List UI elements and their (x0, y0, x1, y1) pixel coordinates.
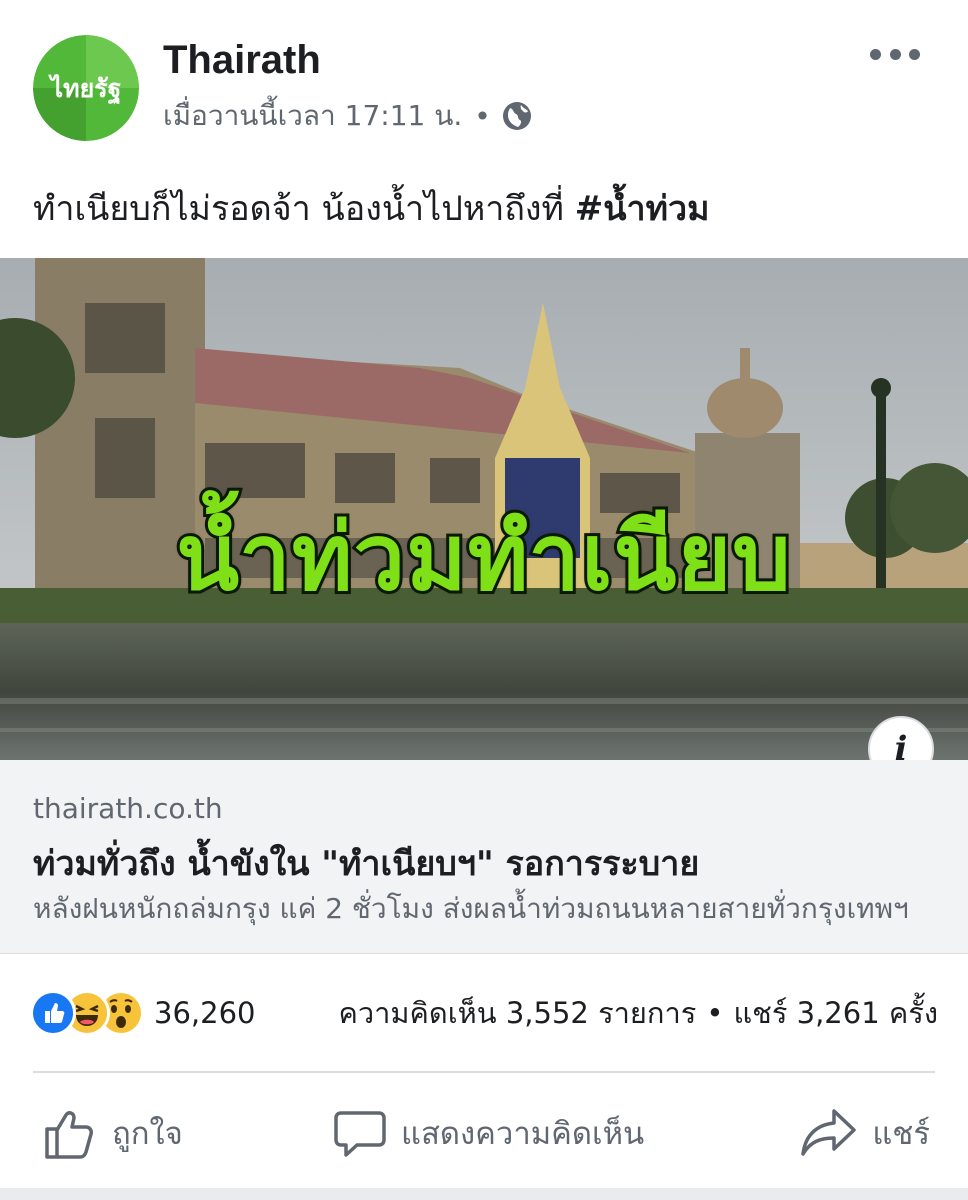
thumbs-up-icon (45, 1111, 93, 1159)
preview-overlay-headline: น้ำท่วมทำเนียบ (173, 501, 793, 614)
post-timestamp[interactable]: เมื่อวานนี้เวลา 17:11 น. (163, 94, 462, 138)
page-avatar[interactable]: ไทยรัฐ (33, 35, 139, 141)
share-button[interactable]: แชร์ (800, 1100, 930, 1166)
share-count[interactable]: แชร์ 3,261 ครั้ง (733, 990, 938, 1036)
reactions-summary: 36,260 ความคิดเห็น 3,552 รายการ • แชร์ 3… (30, 988, 938, 1038)
engagement-stats: ความคิดเห็น 3,552 รายการ • แชร์ 3,261 คร… (338, 990, 938, 1036)
comment-icon (334, 1111, 386, 1157)
link-description: หลังฝนหนักถล่มกรุง แค่ 2 ชั่วโมง ส่งผลน้… (33, 892, 909, 925)
hashtag-link[interactable]: #น้ำท่วม (575, 189, 710, 229)
stats-separator: • (706, 996, 724, 1030)
comment-label: แสดงความคิดเห็น (401, 1116, 645, 1152)
reaction-count[interactable]: 36,260 (154, 996, 255, 1030)
page-name-link[interactable]: Thairath (163, 36, 321, 84)
share-arrow-icon (801, 1109, 857, 1156)
globe-icon (501, 100, 533, 132)
post-meta: เมื่อวานนี้เวลา 17:11 น. • (163, 96, 533, 136)
share-label: แชร์ (872, 1116, 930, 1152)
link-preview-info[interactable]: thairath.co.th ท่วมทั่วถึง น้ำขังใน "ทำเ… (0, 760, 968, 954)
link-domain: thairath.co.th (33, 792, 223, 825)
like-label: ถูกใจ (112, 1116, 183, 1152)
post-card: ไทยรัฐ Thairath เมื่อวานนี้เวลา 17:11 น.… (0, 0, 968, 1188)
like-button[interactable]: ถูกใจ (42, 1100, 183, 1166)
comment-button[interactable]: แสดงความคิดเห็น (333, 1100, 644, 1166)
link-preview-image[interactable]: น้ำท่วมทำเนียบ i (0, 258, 968, 760)
link-title: ท่วมทั่วถึง น้ำขังใน "ทำเนียบฯ" รอการระบ… (33, 844, 700, 884)
like-icon (30, 990, 76, 1036)
caption-text: ทำเนียบก็ไม่รอดจ้า น้องน้ำไปหาถึงที่ (33, 189, 575, 229)
post-caption: ทำเนียบก็ไม่รอดจ้า น้องน้ำไปหาถึงที่ #น้… (33, 183, 948, 235)
avatar-logo-text: ไทยรัฐ (48, 73, 122, 105)
divider (33, 1071, 935, 1073)
comment-count[interactable]: ความคิดเห็น 3,552 รายการ (338, 990, 696, 1036)
more-options-icon[interactable] (870, 42, 920, 66)
action-bar: ถูกใจ แสดงความคิดเห็น แชร์ (0, 1100, 968, 1170)
reaction-icons[interactable] (30, 990, 144, 1036)
meta-separator: • (474, 99, 491, 133)
